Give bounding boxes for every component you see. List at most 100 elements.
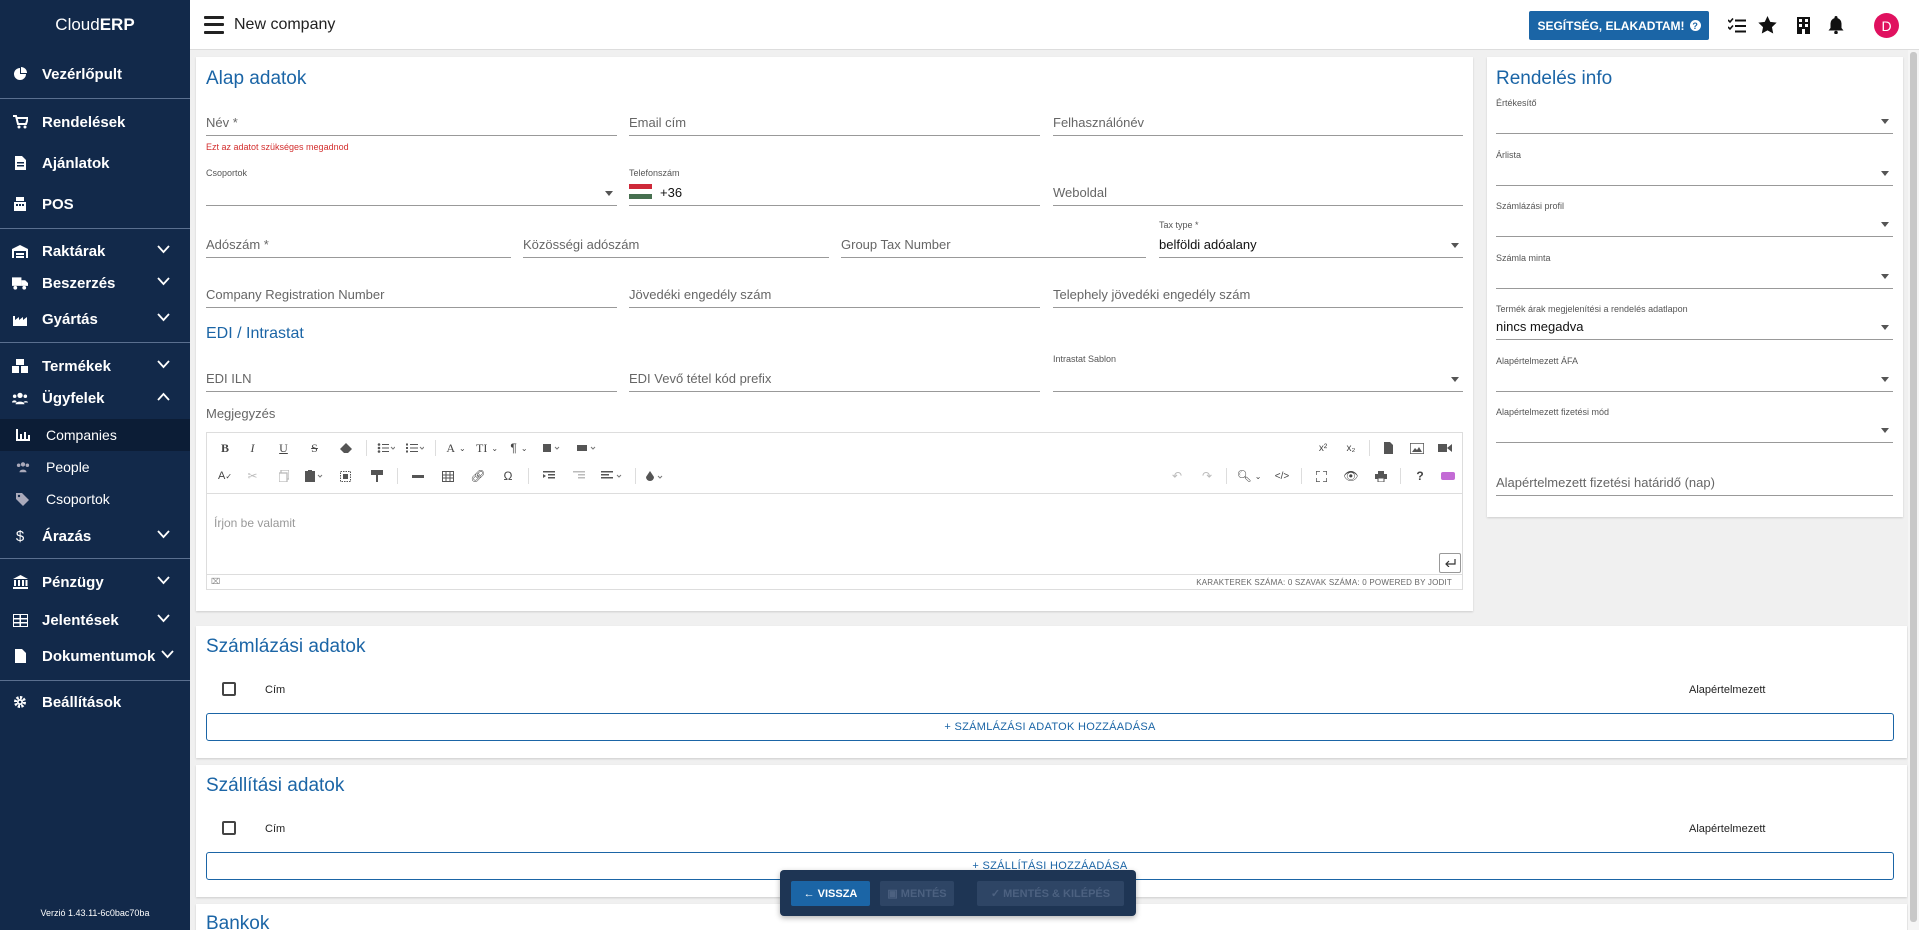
star-icon[interactable] [1757, 15, 1777, 35]
avatar[interactable]: D [1874, 13, 1899, 38]
undo-icon[interactable]: ↶ [1162, 466, 1192, 486]
page-scrollbar-thumb[interactable] [1910, 52, 1917, 922]
billing-profile-select[interactable]: Számlázási profil [1496, 201, 1893, 237]
excise-license-field[interactable]: Jövedéki engedély szám [629, 282, 1040, 308]
editor-content-area[interactable]: Írjon be valamit [207, 493, 1462, 575]
site-excise-license-field[interactable]: Telephely jövedéki engedély szám [1053, 282, 1463, 308]
website-field[interactable]: Weboldal [1053, 168, 1463, 206]
sidebar-item-beallitasok[interactable]: Beállítások [0, 684, 190, 720]
default-payment-method-select[interactable]: Alapértelmezett fizetési mód [1496, 407, 1893, 443]
save-button[interactable]: ▣ MENTÉS [880, 881, 954, 906]
back-button[interactable]: ← VISSZA [791, 881, 870, 906]
paragraph-icon[interactable]: ¶ ⌄ [503, 438, 535, 458]
spellcheck-icon[interactable]: A ✓ [213, 466, 237, 486]
select-all-icon[interactable] [330, 466, 361, 486]
brand-bold: ERP [99, 15, 135, 34]
edi-iln-field[interactable]: EDI ILN [206, 364, 617, 392]
preview-icon[interactable]: 👁︎ [1336, 466, 1366, 486]
sidebar-item-rendelesek[interactable]: Rendelések [0, 104, 190, 140]
default-vat-select[interactable]: Alapértelmezett ÁFA [1496, 356, 1893, 392]
sidebar-item-ajanlatok[interactable]: Ajánlatok [0, 145, 190, 181]
tax-number-field[interactable]: Adószám * [206, 230, 511, 258]
edi-prefix-field[interactable]: EDI Vevő tétel kód prefix [629, 364, 1040, 392]
file-upload-icon[interactable] [1374, 438, 1402, 458]
sidebar-item-pos[interactable]: POS [0, 186, 190, 222]
video-icon[interactable] [1432, 438, 1458, 458]
sidebar-item-jelentesek[interactable]: Jelentések [0, 602, 190, 638]
copy-format-icon[interactable] [361, 466, 392, 486]
eu-tax-number-field[interactable]: Közösségi adószám [523, 230, 829, 258]
source-code-icon[interactable]: </> [1267, 466, 1297, 486]
add-billing-button[interactable]: + SZÁMLÁZÁSI ADATOK HOZZÁADÁSA [206, 713, 1894, 741]
superscript-icon[interactable]: x² [1309, 438, 1337, 458]
price-display-select[interactable]: Termék árak megjelenítési a rendelés ada… [1496, 304, 1893, 340]
sidebar-item-penzugy[interactable]: Pénzügy [0, 564, 190, 600]
eraser-icon[interactable] [330, 438, 361, 458]
fullscreen-icon[interactable] [1306, 466, 1336, 486]
sidebar-item-dokumentumok[interactable]: Dokumentumok [0, 638, 190, 674]
select-all-checkbox[interactable] [222, 821, 236, 835]
intrastat-template-select[interactable]: Intrastat Sablon [1053, 354, 1463, 392]
phone-field[interactable]: Telefonszám +36 [629, 168, 1040, 206]
outdent-icon[interactable] [564, 466, 594, 486]
enter-icon[interactable] [1439, 553, 1461, 573]
username-field[interactable]: Felhasználónév [1053, 110, 1463, 136]
font-size-icon[interactable]: TI ⌄ [471, 438, 503, 458]
building-icon[interactable] [1793, 15, 1813, 35]
sidebar-item-vezerlopult[interactable]: Vezérlőpult [0, 56, 190, 92]
salesperson-select[interactable]: Értékesítő [1496, 98, 1893, 134]
sidebar-item-ugyfelek[interactable]: Ügyfelek [0, 380, 190, 416]
redo-icon[interactable]: ↷ [1192, 466, 1222, 486]
about-icon[interactable]: ? [1405, 466, 1435, 486]
sidebar-subitem-companies[interactable]: Companies [0, 419, 190, 451]
bold-icon[interactable]: B [213, 438, 237, 458]
sidebar-subitem-csoportok[interactable]: Csoportok [0, 483, 190, 515]
strikethrough-icon[interactable]: S [299, 438, 330, 458]
cut-icon[interactable]: ✂ [237, 466, 268, 486]
save-exit-button[interactable]: ✓ MENTÉS & KILÉPÉS [977, 881, 1124, 906]
sidebar-item-arazas[interactable]: $ Árazás [0, 518, 190, 554]
tax-type-select[interactable]: Tax type * belföldi adóalany [1159, 220, 1463, 258]
invoice-template-select[interactable]: Számla minta [1496, 253, 1893, 289]
sidebar-subitem-people[interactable]: People [0, 451, 190, 483]
brush-color-icon[interactable] [641, 466, 671, 486]
align-icon[interactable] [594, 466, 630, 486]
horizontal-rule-icon[interactable] [403, 466, 433, 486]
table-insert-icon[interactable] [433, 466, 463, 486]
email-field[interactable]: Email cím [629, 110, 1040, 136]
find-icon[interactable]: 🔍︎ ⌄ [1231, 466, 1267, 486]
help-button[interactable]: SEGÍTSÉG, ELAKADTAM!? [1529, 11, 1709, 40]
print-icon[interactable] [1366, 466, 1396, 486]
font-icon[interactable]: A ⌄ [441, 438, 471, 458]
menu-icon[interactable] [204, 15, 224, 34]
line-height-icon[interactable] [571, 438, 603, 458]
brand-logo[interactable]: Cloud ERP [0, 0, 190, 50]
special-character-icon[interactable]: Ω [493, 466, 523, 486]
hungary-flag-icon[interactable] [629, 184, 652, 199]
indent-icon[interactable] [534, 466, 564, 486]
sidebar-item-gyartas[interactable]: Gyártás [0, 301, 190, 337]
ordered-list-icon[interactable] [399, 438, 430, 458]
sidebar-item-termekek[interactable]: Termékek [0, 348, 190, 384]
name-field[interactable]: Név * [206, 110, 617, 136]
image-icon[interactable] [1402, 438, 1432, 458]
group-tax-number-field[interactable]: Group Tax Number [841, 230, 1146, 258]
checklist-icon[interactable] [1727, 15, 1747, 35]
company-registration-field[interactable]: Company Registration Number [206, 282, 617, 308]
ai-assistant-icon[interactable] [1435, 466, 1461, 486]
payment-deadline-field[interactable]: Alapértelmezett fizetési határidő (nap) [1496, 466, 1893, 496]
sidebar-item-raktarak[interactable]: Raktárak [0, 233, 190, 269]
select-all-checkbox[interactable] [222, 682, 236, 696]
sidebar-item-beszerzes[interactable]: Beszerzés [0, 265, 190, 301]
bell-icon[interactable] [1826, 15, 1846, 35]
unordered-list-icon[interactable] [372, 438, 399, 458]
italic-icon[interactable]: I [237, 438, 268, 458]
class-span-icon[interactable] [535, 438, 571, 458]
pricelist-select[interactable]: Árlista [1496, 150, 1893, 186]
groups-select[interactable]: Csoportok [206, 168, 617, 206]
paste-icon[interactable] [299, 466, 330, 486]
copy-icon[interactable] [268, 466, 299, 486]
underline-icon[interactable]: U [268, 438, 299, 458]
subscript-icon[interactable]: x₂ [1337, 438, 1365, 458]
link-icon[interactable]: 🔗︎ [463, 466, 493, 486]
